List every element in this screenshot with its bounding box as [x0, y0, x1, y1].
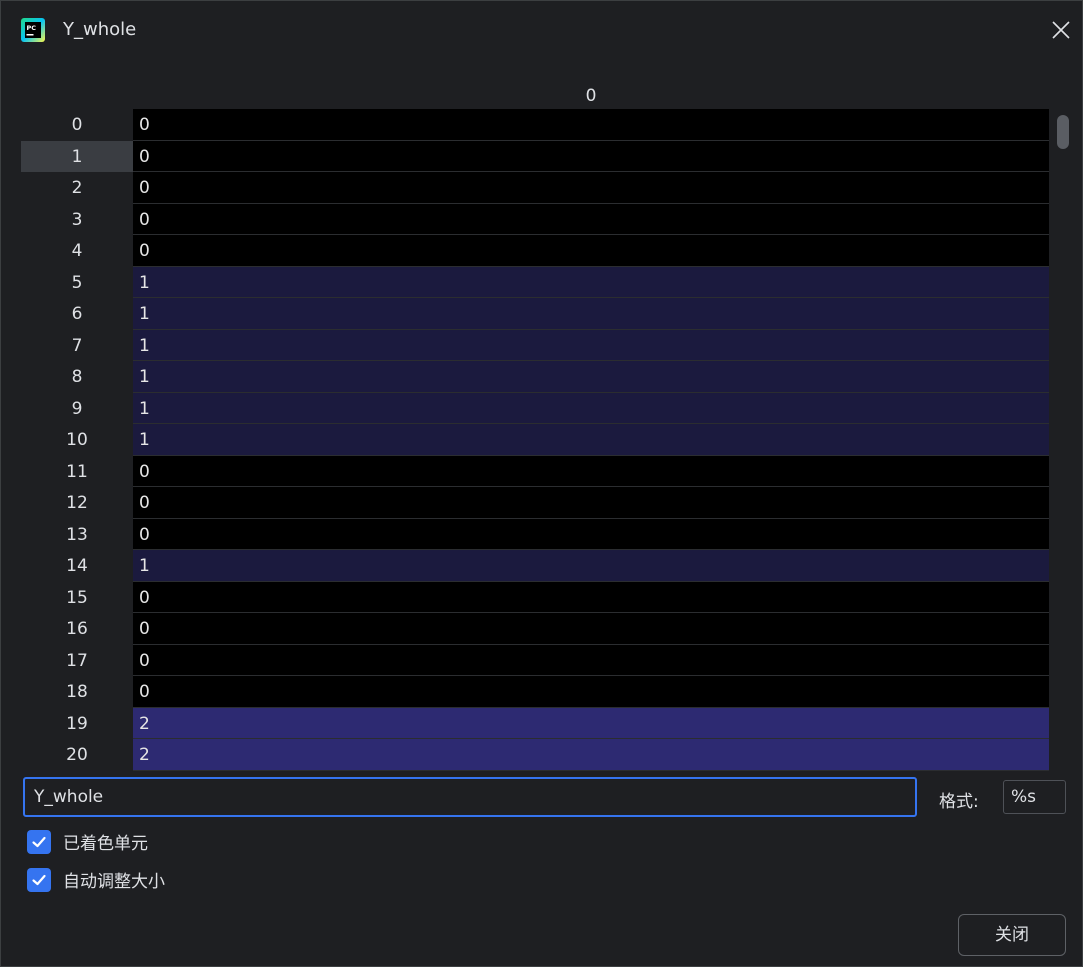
table-cell[interactable]: 0 [133, 455, 1049, 487]
table-row[interactable]: 12 0 [21, 487, 1049, 519]
auto-resize-checkbox[interactable] [27, 867, 51, 892]
table-cell[interactable]: 0 [133, 613, 1049, 645]
table-row[interactable]: 81 [21, 361, 1049, 393]
row-index[interactable]: 9 [21, 393, 133, 425]
variable-name-field[interactable] [23, 777, 917, 817]
row-index[interactable]: 20 [21, 739, 133, 771]
table-row[interactable]: 18 0 [21, 676, 1049, 708]
pycharm-icon: PC [21, 18, 45, 42]
row-index[interactable]: 0 [21, 109, 133, 141]
close-button[interactable]: 关闭 [958, 914, 1066, 956]
table-row[interactable]: 40 [21, 235, 1049, 267]
format-label: 格式: [939, 792, 979, 812]
table-cell[interactable]: 0 [133, 581, 1049, 613]
colored-cells-checkbox-row[interactable]: 已着色单元 [27, 829, 148, 854]
row-index[interactable]: 3 [21, 204, 133, 236]
table-cell[interactable]: 2 [133, 739, 1049, 771]
svg-text:PC: PC [27, 24, 37, 32]
row-index[interactable]: 17 [21, 645, 133, 677]
table-row[interactable]: 10 1 [21, 424, 1049, 456]
table-row[interactable]: 71 [21, 329, 1049, 362]
title-bar: PC Y_whole [1, 1, 1082, 59]
vertical-scrollbar[interactable] [1049, 109, 1073, 771]
table-cell[interactable]: 0 [133, 676, 1049, 708]
grid-rows: 0 0 1 0 2 0 3 0 4 0 5 1 6 1 7 1 8 1 9 1 10 1 11 0 12 0 13 0 14 1 15 0 16… [21, 109, 1049, 771]
table-row[interactable]: 30 [21, 203, 1049, 236]
table-cell[interactable]: 0 [133, 644, 1049, 676]
table-row[interactable]: 17 0 [21, 644, 1049, 677]
table-cell[interactable]: 1 [133, 392, 1049, 424]
table-row[interactable]: 10 [21, 140, 1049, 172]
table-row[interactable]: 14 1 [21, 550, 1049, 582]
table-row[interactable]: 11 0 [21, 455, 1049, 488]
format-field[interactable] [1003, 780, 1066, 814]
table-row[interactable]: 20 [21, 172, 1049, 204]
row-index[interactable]: 8 [21, 361, 133, 393]
row-index[interactable]: 18 [21, 676, 133, 708]
table-row[interactable]: 51 [21, 266, 1049, 299]
table-cell[interactable]: 0 [133, 109, 1049, 141]
row-index[interactable]: 12 [21, 487, 133, 519]
table-cell[interactable]: 1 [133, 361, 1049, 393]
table-cell[interactable]: 0 [133, 140, 1049, 172]
row-index[interactable]: 10 [21, 424, 133, 456]
table-row[interactable]: 61 [21, 298, 1049, 330]
table-row[interactable]: 13 0 [21, 518, 1049, 551]
table-cell[interactable]: 0 [133, 487, 1049, 519]
table-cell[interactable]: 0 [133, 172, 1049, 204]
table-cell[interactable]: 1 [133, 298, 1049, 330]
scrollbar-thumb[interactable] [1057, 115, 1069, 149]
checkmark-icon [32, 836, 46, 847]
column-header[interactable]: 0 [133, 79, 1049, 109]
window-title: Y_whole [63, 19, 137, 40]
table-cell[interactable]: 0 [133, 518, 1049, 550]
auto-resize-label: 自动调整大小 [63, 872, 165, 892]
row-index[interactable]: 13 [21, 519, 133, 551]
checkmark-icon [32, 874, 46, 885]
colored-cells-label: 已着色单元 [63, 834, 148, 854]
table-row[interactable]: 19 2 [21, 707, 1049, 740]
row-index[interactable]: 14 [21, 550, 133, 582]
dataframe-viewer-dialog: PC Y_whole 0 0 0 1 0 2 0 3 0 4 0 5 1 6 1 7 1 8 1 9 1 10 1 11 0 1… [0, 0, 1083, 967]
table-row[interactable]: 15 0 [21, 581, 1049, 614]
table-cell[interactable]: 1 [133, 550, 1049, 582]
table-row[interactable]: 91 [21, 392, 1049, 425]
close-icon[interactable] [1050, 19, 1072, 41]
auto-resize-checkbox-row[interactable]: 自动调整大小 [27, 867, 165, 892]
table-cell[interactable]: 1 [133, 424, 1049, 456]
data-grid: 0 0 0 1 0 2 0 3 0 4 0 5 1 6 1 7 1 8 1 9 1 10 1 11 0 12 0 13 0 14 1 15 0… [21, 79, 1073, 771]
colored-cells-checkbox[interactable] [27, 829, 51, 854]
row-index[interactable]: 16 [21, 613, 133, 645]
table-cell[interactable]: 0 [133, 203, 1049, 235]
table-cell[interactable]: 0 [133, 235, 1049, 267]
row-index[interactable]: 15 [21, 582, 133, 614]
table-row[interactable]: 00 [21, 109, 1049, 141]
row-index[interactable]: 2 [21, 172, 133, 204]
row-index[interactable]: 1 [21, 140, 133, 172]
row-index[interactable]: 7 [21, 330, 133, 362]
table-row[interactable]: 20 2 [21, 739, 1049, 771]
row-index[interactable]: 4 [21, 235, 133, 267]
table-row[interactable]: 16 0 [21, 613, 1049, 645]
table-cell[interactable]: 1 [133, 266, 1049, 298]
row-index[interactable]: 6 [21, 298, 133, 330]
row-index[interactable]: 19 [21, 708, 133, 740]
table-cell[interactable]: 2 [133, 707, 1049, 739]
table-cell[interactable]: 1 [133, 329, 1049, 361]
row-index[interactable]: 5 [21, 267, 133, 299]
row-index[interactable]: 11 [21, 456, 133, 488]
